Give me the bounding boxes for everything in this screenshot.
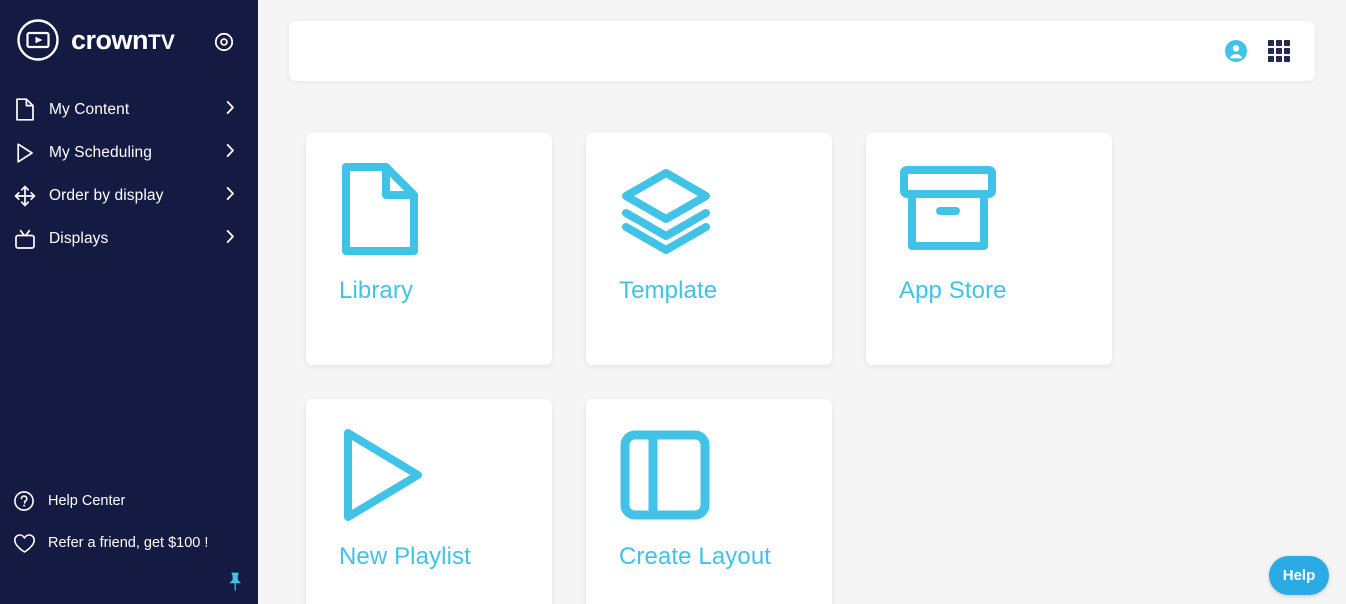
sidebar-item-my-content[interactable]: My Content [0, 88, 258, 131]
card-label: App Store [899, 277, 1007, 304]
card-new-playlist[interactable]: New Playlist [306, 399, 552, 604]
sidebar-item-help-center[interactable]: Help Center [0, 480, 258, 522]
chevron-right-icon [226, 143, 235, 162]
play-triangle-icon [340, 427, 436, 523]
card-library[interactable]: Library [306, 133, 552, 365]
sidebar-item-label: My Content [49, 100, 130, 118]
play-screen-circle-icon [16, 18, 60, 62]
question-circle-icon [11, 490, 37, 512]
card-label: Library [339, 277, 414, 304]
sidebar-bottom-links: Help Center Refer a friend, get $100 ! [0, 480, 258, 564]
tv-icon [12, 228, 38, 250]
card-template[interactable]: Template [586, 133, 832, 365]
pin-icon[interactable] [223, 570, 247, 594]
chevron-right-icon [226, 229, 235, 248]
card-label: New Playlist [339, 543, 471, 570]
brand-name: crownTV [71, 24, 175, 55]
app-root: crownTV My Content My Scheduling Order b… [0, 0, 1346, 604]
brand-name-secondary: TV [148, 30, 175, 54]
sidebar-bottom-label: Help Center [48, 493, 126, 509]
sidebar-item-refer-a-friend[interactable]: Refer a friend, get $100 ! [0, 522, 258, 564]
sidebar-item-label: Order by display [49, 186, 164, 204]
play-icon [12, 142, 38, 164]
heart-icon [11, 533, 37, 554]
archive-box-icon [900, 161, 996, 257]
sidebar-item-order-by-display[interactable]: Order by display [0, 174, 258, 217]
card-label: Template [619, 277, 718, 304]
apps-grid-icon[interactable] [1267, 39, 1291, 63]
help-button[interactable]: Help [1269, 556, 1329, 595]
brand-name-primary: crown [71, 24, 149, 55]
sidebar-nav: My Content My Scheduling Order by displa… [0, 88, 258, 260]
sidebar-item-my-scheduling[interactable]: My Scheduling [0, 131, 258, 174]
dashboard-cards: Library Template App Store New Playlist … [306, 133, 1306, 604]
document-icon [340, 161, 436, 257]
document-icon [12, 98, 38, 121]
card-app-store[interactable]: App Store [866, 133, 1112, 365]
sidebar-item-label: Displays [49, 229, 109, 247]
sidebar-bottom-label: Refer a friend, get $100 ! [48, 535, 209, 551]
topbar-actions [1224, 39, 1291, 63]
record-target-icon[interactable] [213, 31, 235, 53]
sidebar-item-label: My Scheduling [49, 143, 152, 161]
main-content: Library Template App Store New Playlist … [258, 0, 1346, 604]
sidebar-item-displays[interactable]: Displays [0, 217, 258, 260]
layers-icon [620, 161, 716, 257]
chevron-right-icon [226, 186, 235, 205]
account-circle-icon[interactable] [1224, 39, 1248, 63]
chevron-right-icon [226, 100, 235, 119]
card-create-layout[interactable]: Create Layout [586, 399, 832, 604]
move-arrows-icon [12, 185, 38, 207]
sidebar: crownTV My Content My Scheduling Order b… [0, 0, 258, 604]
top-bar [289, 21, 1315, 81]
card-label: Create Layout [619, 543, 772, 570]
layout-split-icon [620, 427, 716, 523]
